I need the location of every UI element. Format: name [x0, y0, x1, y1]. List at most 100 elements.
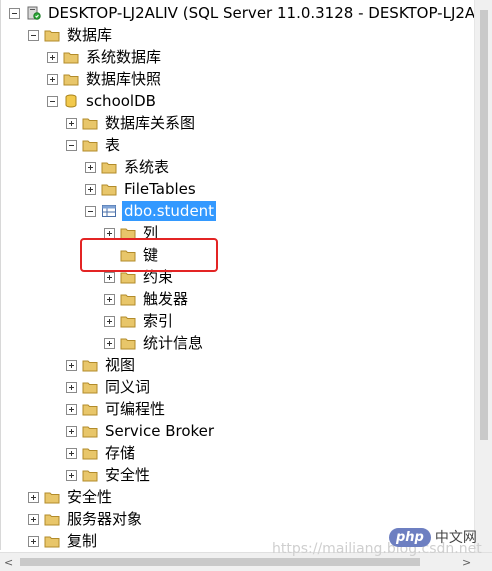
scroll-right-arrow[interactable]: > [462, 556, 471, 569]
tree-node-dbo-student[interactable]: dbo.student [85, 200, 217, 222]
server-icon [27, 6, 41, 20]
tree-node-keys[interactable]: 键 [104, 244, 160, 266]
folder-icon [120, 294, 136, 306]
expand-toggle[interactable] [66, 425, 77, 437]
tree-node-label: 复制 [67, 532, 98, 550]
expand-toggle[interactable] [66, 469, 77, 481]
collapse-toggle[interactable] [85, 205, 96, 217]
tree-node-db-security[interactable]: 安全性 [66, 464, 152, 486]
folder-icon [120, 316, 136, 328]
tree-node-schooldb[interactable]: schoolDB [47, 90, 158, 112]
tree-node-synonyms[interactable]: 同义词 [66, 376, 152, 398]
tree-node-label: 表 [105, 136, 121, 154]
vertical-scrollbar[interactable] [474, 0, 492, 552]
folder-icon [82, 360, 98, 372]
tree-node-label: DESKTOP-LJ2ALIV (SQL Server 11.0.3128 - … [48, 4, 475, 22]
tree-node-label: 服务器对象 [67, 510, 143, 528]
folder-icon [82, 426, 98, 438]
expand-toggle[interactable] [85, 183, 96, 195]
tree-node-service-broker[interactable]: Service Broker [66, 420, 216, 442]
tree-node-label: 系统表 [124, 158, 170, 176]
tree-node-tables[interactable]: 表 [66, 134, 122, 156]
expand-toggle[interactable] [66, 117, 77, 129]
tree-node-label: 安全性 [67, 488, 113, 506]
expand-toggle[interactable] [104, 315, 115, 327]
expand-toggle[interactable] [104, 227, 115, 239]
table-icon [102, 205, 116, 217]
tree-node-replication[interactable]: 复制 [28, 530, 99, 550]
tree-node-label: 索引 [143, 312, 174, 330]
folder-icon [82, 118, 98, 130]
expand-toggle[interactable] [47, 51, 58, 63]
tree-node-statistics[interactable]: 统计信息 [104, 332, 205, 354]
tree-node-constraints[interactable]: 约束 [104, 266, 175, 288]
tree-node-label: 列 [143, 224, 159, 242]
horizontal-scroll-thumb[interactable] [20, 558, 420, 566]
folder-icon [82, 140, 98, 152]
folder-icon [44, 492, 60, 504]
collapse-toggle[interactable] [9, 7, 20, 19]
tree-node-label: 视图 [105, 356, 136, 374]
tree-node-label: Service Broker [105, 422, 215, 440]
scroll-left-arrow[interactable]: < [4, 556, 13, 569]
collapse-toggle[interactable] [47, 95, 58, 107]
tree-node-label: 数据库关系图 [105, 114, 196, 132]
collapse-toggle[interactable] [28, 29, 39, 41]
folder-icon [82, 470, 98, 482]
expand-toggle[interactable] [66, 447, 77, 459]
tree-node-columns[interactable]: 列 [104, 222, 160, 244]
folder-icon [44, 30, 60, 42]
expand-toggle[interactable] [28, 513, 39, 525]
tree-node-label: 统计信息 [143, 334, 204, 352]
expand-toggle[interactable] [28, 535, 39, 547]
tree-node-filetables[interactable]: FileTables [85, 178, 198, 200]
tree-node-label: 键 [143, 246, 159, 264]
tree-node-server-security[interactable]: 安全性 [28, 486, 114, 508]
expand-toggle[interactable] [85, 161, 96, 173]
tree-node-server[interactable]: DESKTOP-LJ2ALIV (SQL Server 11.0.3128 - … [9, 2, 475, 24]
folder-icon [120, 250, 136, 262]
collapse-toggle[interactable] [66, 139, 77, 151]
folder-icon [120, 228, 136, 240]
tree-node-system-databases[interactable]: 系统数据库 [47, 46, 163, 68]
no-toggle [104, 250, 115, 261]
site-badge: php 中文网 [389, 523, 489, 551]
database-icon [65, 94, 77, 108]
folder-icon [82, 448, 98, 460]
tree-node-triggers[interactable]: 触发器 [104, 288, 190, 310]
object-explorer-tree[interactable]: DESKTOP-LJ2ALIV (SQL Server 11.0.3128 - … [0, 0, 475, 550]
tree-node-views[interactable]: 视图 [66, 354, 137, 376]
expand-toggle[interactable] [104, 271, 115, 283]
expand-toggle[interactable] [104, 337, 115, 349]
expand-toggle[interactable] [47, 73, 58, 85]
badge-text: 中文网 [434, 530, 477, 546]
folder-icon [120, 338, 136, 350]
tree-node-label: 可编程性 [105, 400, 166, 418]
tree-node-label: 数据库快照 [86, 70, 162, 88]
expand-toggle[interactable] [28, 491, 39, 503]
folder-icon [63, 74, 79, 86]
tree-node-label: 存储 [105, 444, 136, 462]
tree-node-system-tables[interactable]: 系统表 [85, 156, 171, 178]
tree-node-database-diagrams[interactable]: 数据库关系图 [66, 112, 197, 134]
tree-node-label: 同义词 [105, 378, 151, 396]
tree-node-programmability[interactable]: 可编程性 [66, 398, 167, 420]
folder-icon [63, 52, 79, 64]
folder-icon [82, 404, 98, 416]
tree-node-storage[interactable]: 存储 [66, 442, 137, 464]
tree-node-database-snapshots[interactable]: 数据库快照 [47, 68, 163, 90]
tree-node-label: schoolDB [86, 92, 156, 110]
tree-node-indexes[interactable]: 索引 [104, 310, 175, 332]
tree-node-label: dbo.student [122, 201, 217, 221]
vertical-scroll-thumb[interactable] [480, 10, 488, 440]
expand-toggle[interactable] [66, 381, 77, 393]
folder-icon [101, 162, 117, 174]
tree-node-server-objects[interactable]: 服务器对象 [28, 508, 144, 530]
folder-icon [82, 382, 98, 394]
php-logo: php [389, 527, 431, 547]
expand-toggle[interactable] [104, 293, 115, 305]
tree-node-databases[interactable]: 数据库 [28, 24, 114, 46]
expand-toggle[interactable] [66, 359, 77, 371]
tree-node-label: 约束 [143, 268, 174, 286]
expand-toggle[interactable] [66, 403, 77, 415]
